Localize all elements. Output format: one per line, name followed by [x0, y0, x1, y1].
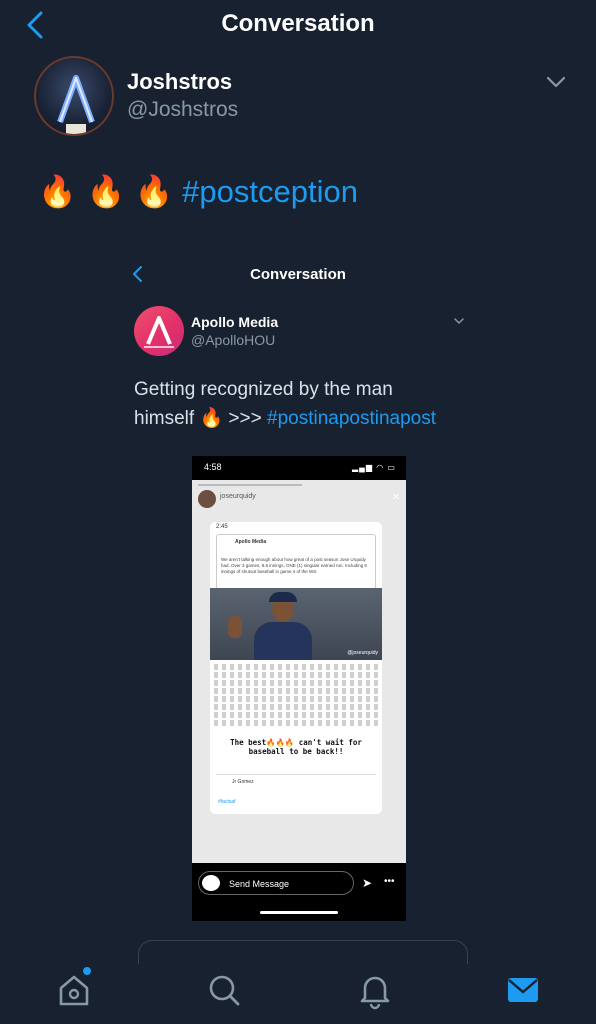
stats-row — [214, 688, 378, 694]
close-icon: ✕ — [391, 492, 400, 503]
avatar[interactable] — [34, 56, 114, 136]
story-caption: The best🔥🔥🔥 can't wait for baseball to b… — [230, 738, 362, 756]
fire-emoji: 🔥 — [199, 407, 224, 429]
embedded-text-word: himself — [134, 408, 195, 429]
stats-row — [214, 704, 378, 710]
send-message-field: Send Message — [198, 871, 354, 895]
camera-icon — [202, 875, 220, 891]
embedded-hashtag: #postinapostinapost — [267, 408, 437, 429]
phone-time: 4:58 — [204, 462, 222, 472]
story-frame: joseurquidy ✕ 2:45 Apollo Media We aren'… — [192, 480, 406, 863]
more-icon: ••• — [384, 876, 395, 887]
send-icon: ➤ — [362, 876, 373, 890]
mail-icon[interactable] — [503, 970, 543, 1010]
author-handle[interactable]: @Joshstros — [127, 98, 238, 122]
story-username: joseurquidy — [220, 493, 256, 500]
reply-hashtag: #factsaf — [218, 799, 236, 805]
card-post-name: Apollo Media — [235, 539, 267, 545]
page-title: Conversation — [221, 10, 375, 37]
notification-dot — [83, 967, 91, 975]
hashtag-link[interactable]: #postception — [182, 174, 358, 209]
fire-emoji: 🔥 🔥 🔥 — [38, 174, 174, 210]
player-cap — [269, 592, 297, 602]
phone-status-icons: ▂▄▆ ◠ ▭ — [352, 463, 396, 472]
embedded-author-handle: @ApolloHOU — [191, 332, 276, 348]
home-icon[interactable] — [54, 970, 94, 1010]
chevron-down-icon — [454, 318, 464, 325]
stats-row — [214, 664, 378, 670]
phone-screenshot: 4:58 ▂▄▆ ◠ ▭ joseurquidy ✕ 2:45 Apollo M… — [192, 456, 406, 921]
stats-row — [214, 720, 378, 726]
story-progress — [198, 484, 302, 486]
embedded-author-name: Apollo Media — [191, 314, 279, 330]
avatar-logo-icon — [57, 75, 95, 134]
top-nav-bar: Conversation — [0, 0, 596, 50]
apollo-logo-icon — [144, 316, 174, 348]
story-avatar — [198, 490, 216, 508]
tweet-text: 🔥 🔥 🔥 #postception — [38, 172, 358, 212]
player-photo: @joseurquidy — [210, 588, 382, 660]
stats-row — [214, 696, 378, 702]
send-message-placeholder: Send Message — [229, 879, 290, 889]
embedded-text-line2: himself 🔥 >>> #postinapostinapost — [134, 404, 474, 433]
bell-icon[interactable] — [355, 970, 395, 1010]
author-name[interactable]: Joshstros — [127, 69, 232, 95]
stats-row — [214, 672, 378, 678]
reply-name: Jr Gomez — [232, 779, 254, 785]
stats-row — [214, 680, 378, 686]
embedded-title: Conversation — [250, 266, 346, 283]
photo-tag: @joseurquidy — [347, 650, 378, 656]
embedded-text-line1: Getting recognized by the man — [134, 379, 393, 400]
home-indicator — [260, 911, 338, 914]
card-post-text: We aren't talking enough about how great… — [221, 557, 367, 574]
stats-table — [214, 664, 378, 736]
reply-comment: Jr Gomez #factsaf — [216, 774, 376, 808]
tweet-image[interactable]: Conversation Apollo Media @ApolloHOU Get… — [120, 250, 476, 964]
player-hand — [228, 616, 242, 638]
chevron-down-icon[interactable] — [544, 72, 568, 92]
card-post: Apollo Media We aren't talking enough ab… — [216, 534, 376, 596]
story-post-card: 2:45 Apollo Media We aren't talking enou… — [210, 522, 382, 814]
search-icon[interactable] — [204, 970, 244, 1010]
bottom-tab-bar — [0, 950, 596, 1024]
player-body — [254, 622, 312, 660]
embedded-text-arrows: >>> — [228, 408, 262, 429]
apollo-avatar — [134, 306, 184, 356]
embedded-tweet-text: Getting recognized by the man himself 🔥 … — [134, 375, 474, 433]
card-time: 2:45 — [216, 524, 228, 530]
stats-row — [214, 712, 378, 718]
